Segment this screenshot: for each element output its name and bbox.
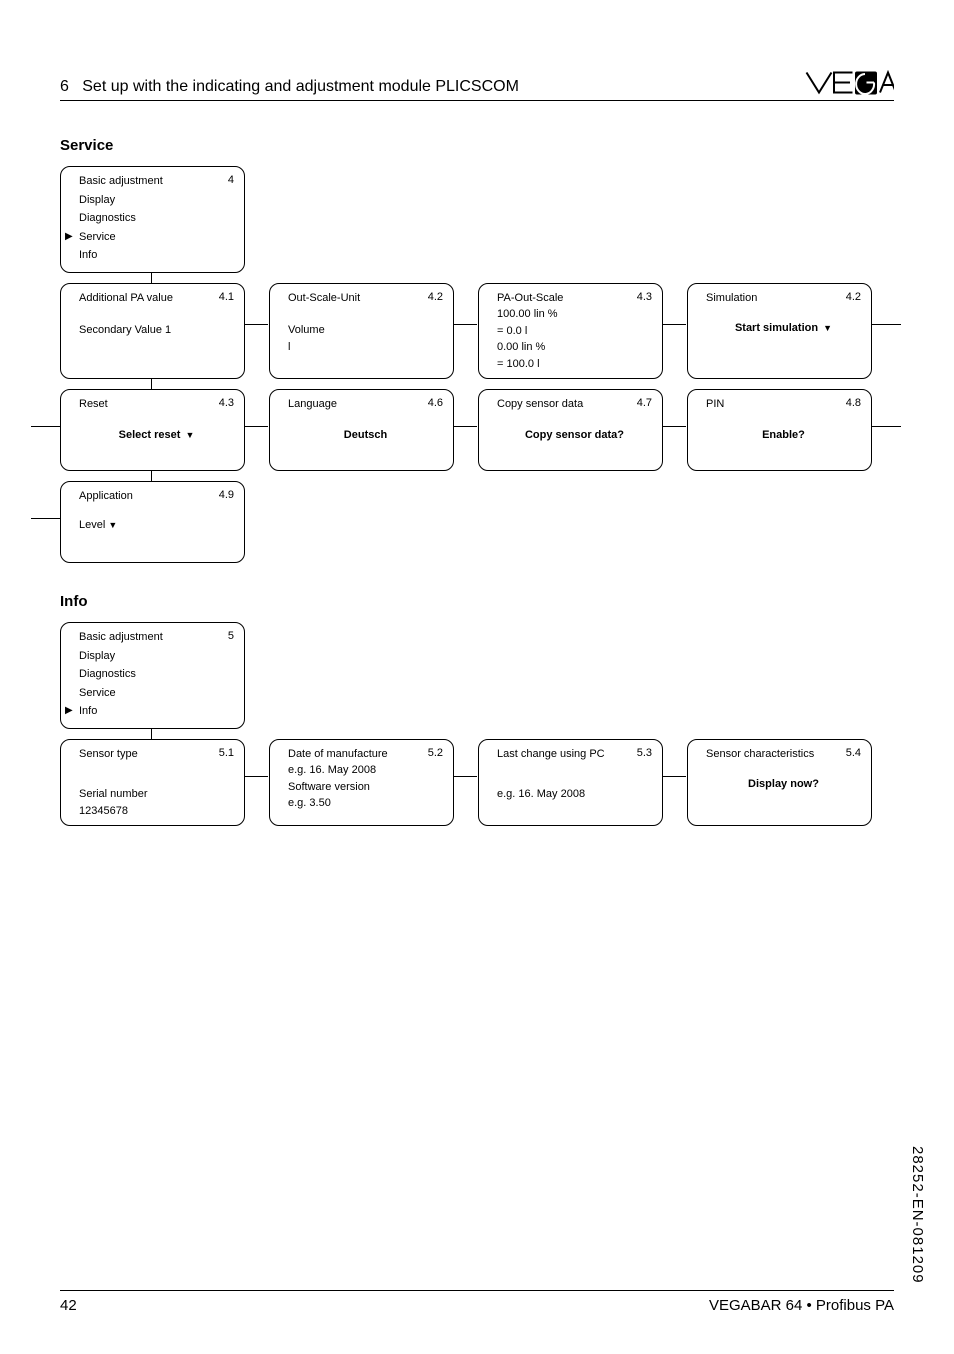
- action-label: Level: [79, 519, 105, 531]
- card-num: 5.1: [219, 745, 234, 762]
- down-triangle-icon: ▼: [108, 520, 117, 530]
- section-number: 6: [60, 78, 69, 95]
- card-line: Software version: [288, 779, 443, 796]
- down-triangle-icon: ▼: [185, 430, 194, 440]
- card-action: Start simulation ▼: [706, 320, 861, 337]
- pointer-icon: ▶: [65, 703, 73, 718]
- card-line: Sensor characteristics: [706, 746, 861, 763]
- menu-item: ▶ Service: [79, 229, 234, 246]
- card-num: 4.3: [219, 395, 234, 412]
- card-num: 4.1: [219, 289, 234, 306]
- card-additional-pa: 4.1 Additional PA value Secondary Value …: [60, 283, 245, 380]
- card-line: Reset: [79, 396, 234, 413]
- card-line: Secondary Value 1: [79, 322, 234, 339]
- menu-item: Diagnostics: [79, 666, 234, 683]
- card-sensor-type: 5.1 Sensor type Serial number 12345678: [60, 739, 245, 827]
- card-center: Display now?: [706, 776, 861, 793]
- card-line: Out-Scale-Unit: [288, 290, 443, 307]
- menu-item: Basic adjustment: [79, 173, 234, 190]
- card-line: Simulation: [706, 290, 861, 307]
- page-number: 42: [60, 1297, 77, 1314]
- pointer-icon: ▶: [65, 229, 73, 244]
- menu-item-label: Service: [79, 231, 116, 243]
- card-line: 12345678: [79, 803, 234, 820]
- card-line: Last change using PC: [497, 746, 652, 763]
- menu-item: Diagnostics: [79, 210, 234, 227]
- card-line: = 100.0 l: [497, 356, 652, 373]
- card-num: 4.7: [637, 395, 652, 412]
- card-reset: 4.3 Reset Select reset ▼: [60, 389, 245, 471]
- info-heading: Info: [60, 593, 894, 610]
- card-num: 4.8: [846, 395, 861, 412]
- card-line: Sensor type: [79, 746, 234, 763]
- card-line: e.g. 3.50: [288, 795, 443, 812]
- card-center: Copy sensor data?: [497, 427, 652, 444]
- card-line: Date of manufacture: [288, 746, 443, 763]
- card-out-scale-unit: 4.2 Out-Scale-Unit Volume l: [269, 283, 454, 380]
- card-date-manufacture: 5.2 Date of manufacture e.g. 16. May 200…: [269, 739, 454, 827]
- page-header: 6 Set up with the indicating and adjustm…: [60, 70, 894, 101]
- card-line: e.g. 16. May 2008: [288, 762, 443, 779]
- card-line: Copy sensor data: [497, 396, 652, 413]
- section-title: Set up with the indicating and adjustmen…: [82, 78, 519, 95]
- card-num: 4.9: [219, 487, 234, 504]
- menu-item-label: Info: [79, 705, 97, 717]
- card-num: 4.6: [428, 395, 443, 412]
- card-pin: 4.8 PIN Enable?: [687, 389, 872, 471]
- card-line: Language: [288, 396, 443, 413]
- menu-card-service: 4 Basic adjustment Display Diagnostics ▶…: [60, 166, 245, 273]
- card-num: 5.4: [846, 745, 861, 762]
- card-line: Additional PA value: [79, 290, 234, 307]
- card-line: = 0.0 l: [497, 323, 652, 340]
- menu-item: ▶ Info: [79, 703, 234, 720]
- card-action: Select reset ▼: [79, 427, 234, 444]
- card-num: 4.2: [428, 289, 443, 306]
- card-copy-sensor: 4.7 Copy sensor data Copy sensor data?: [478, 389, 663, 471]
- card-line: 0.00 lin %: [497, 339, 652, 356]
- product-name: VEGABAR 64 • Profibus PA: [709, 1297, 894, 1314]
- card-num: 5: [228, 628, 234, 645]
- down-triangle-icon: ▼: [823, 323, 832, 333]
- card-num: 4.3: [637, 289, 652, 306]
- card-num: 4: [228, 172, 234, 189]
- document-id: 28252-EN-081209: [909, 1146, 926, 1284]
- card-line: 100.00 lin %: [497, 306, 652, 323]
- menu-item: Display: [79, 192, 234, 209]
- header-title: 6 Set up with the indicating and adjustm…: [60, 78, 519, 96]
- card-center: Deutsch: [288, 427, 443, 444]
- card-line: Serial number: [79, 786, 234, 803]
- card-line: Application: [79, 488, 234, 505]
- card-num: 5.2: [428, 745, 443, 762]
- card-simulation: 4.2 Simulation Start simulation ▼: [687, 283, 872, 380]
- card-line: l: [288, 339, 443, 356]
- card-line: e.g. 16. May 2008: [497, 786, 652, 803]
- card-sensor-characteristics: 5.4 Sensor characteristics Display now?: [687, 739, 872, 827]
- card-language: 4.6 Language Deutsch: [269, 389, 454, 471]
- card-num: 5.3: [637, 745, 652, 762]
- menu-item: Info: [79, 247, 234, 264]
- card-action: Level ▼: [79, 517, 234, 534]
- menu-item: Basic adjustment: [79, 629, 234, 646]
- page-footer: 42 VEGABAR 64 • Profibus PA: [60, 1290, 894, 1314]
- vega-logo: [804, 70, 894, 96]
- action-label: Select reset: [119, 429, 181, 441]
- card-center: Enable?: [706, 427, 861, 444]
- info-diagram: 5 Basic adjustment Display Diagnostics S…: [60, 622, 894, 826]
- service-diagram: 4 Basic adjustment Display Diagnostics ▶…: [60, 166, 894, 563]
- service-heading: Service: [60, 137, 894, 154]
- card-line: Volume: [288, 322, 443, 339]
- card-last-change: 5.3 Last change using PC e.g. 16. May 20…: [478, 739, 663, 827]
- action-label: Start simulation: [735, 322, 818, 334]
- card-line: PIN: [706, 396, 861, 413]
- card-line: PA-Out-Scale: [497, 290, 652, 307]
- card-num: 4.2: [846, 289, 861, 306]
- menu-item: Display: [79, 648, 234, 665]
- menu-card-info: 5 Basic adjustment Display Diagnostics S…: [60, 622, 245, 729]
- menu-item: Service: [79, 685, 234, 702]
- card-pa-out-scale: 4.3 PA-Out-Scale 100.00 lin % = 0.0 l 0.…: [478, 283, 663, 380]
- card-application: 4.9 Application Level ▼: [60, 481, 245, 563]
